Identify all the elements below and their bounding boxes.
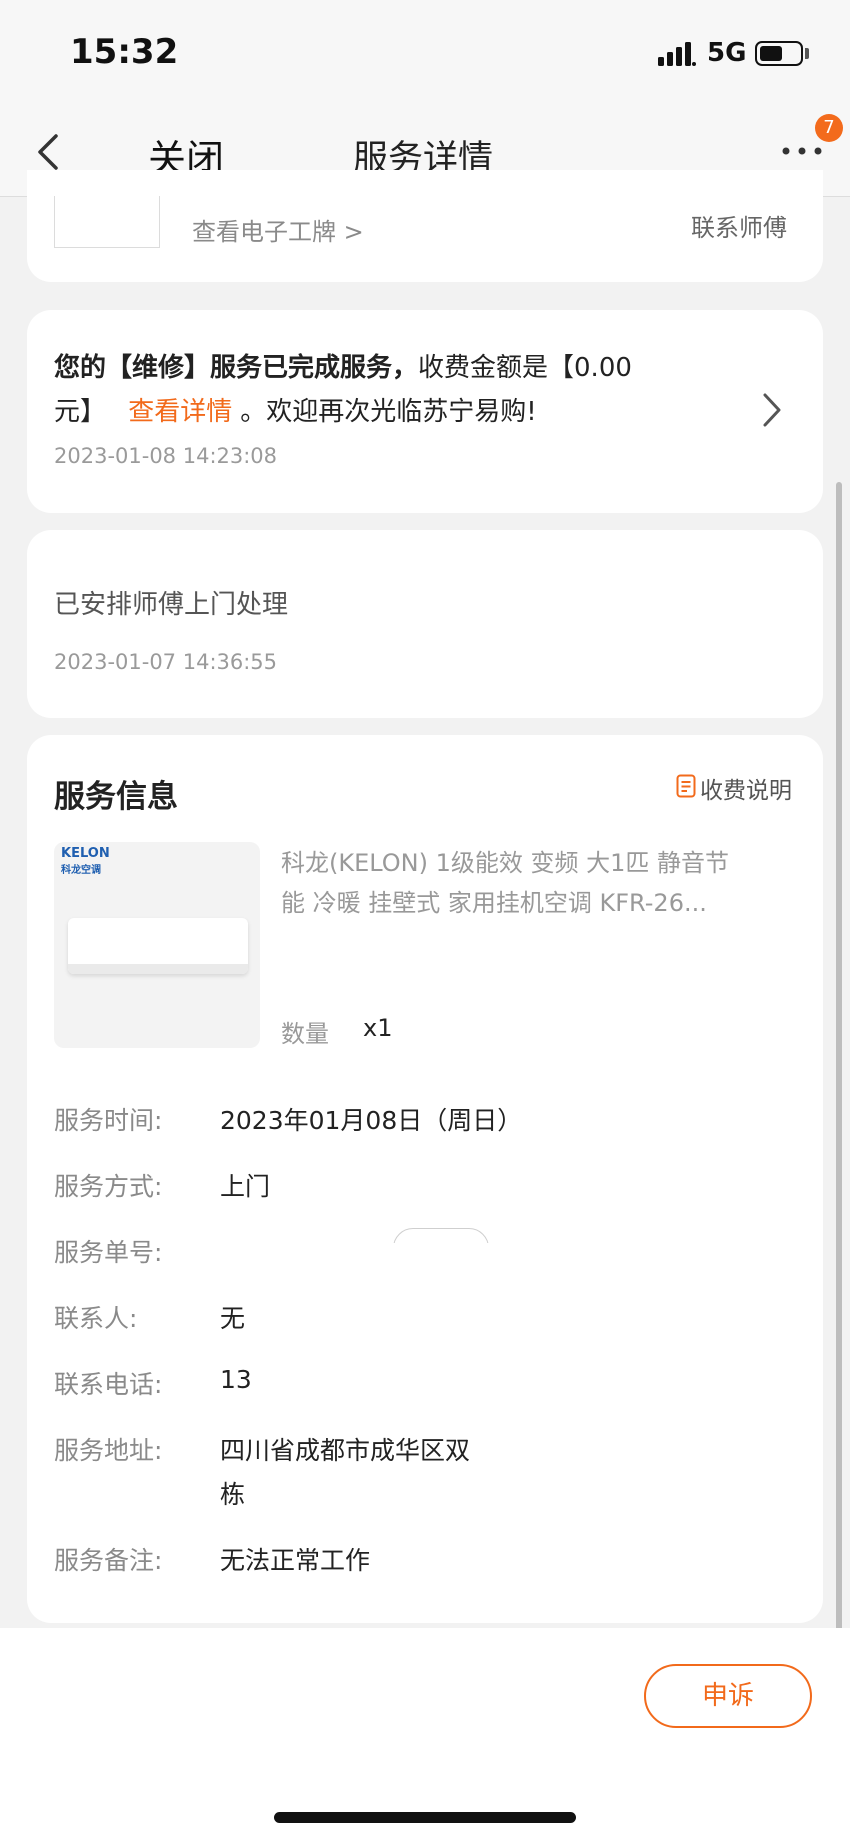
timeline-message: 您的【维修】服务已完成服务，收费金额是【0.00 元】 查看详情 。欢迎再次光临苏… [54, 346, 694, 434]
message-part: 收费金额是【0.00 [418, 353, 632, 383]
notification-badge: 7 [815, 114, 843, 142]
bottom-action-bar: 申诉 [0, 1628, 850, 1839]
remarks-label: 服务备注: [54, 1546, 163, 1575]
chevron-right-icon [763, 393, 781, 427]
address-label: 服务地址: [54, 1436, 163, 1465]
service-method-label: 服务方式: [54, 1172, 163, 1201]
timeline-timestamp: 2023-01-08 14:23:08 [54, 444, 278, 468]
timeline-message: 已安排师傅上门处理 [54, 590, 289, 620]
more-icon[interactable] [780, 144, 824, 158]
message-part: 您的【维修】服务已完成服务， [54, 353, 419, 383]
service-info-card: 服务信息 收费说明 KELON 科龙空调 科龙(KELON) 1级能效 变频 大… [27, 735, 823, 1623]
status-bar: 15:32 5G [0, 0, 850, 108]
view-detail-link[interactable]: 查看详情 [128, 397, 232, 427]
back-icon[interactable] [30, 128, 70, 176]
service-time-label: 服务时间: [54, 1106, 163, 1135]
phone-label: 联系电话: [54, 1370, 163, 1399]
battery-tip [805, 48, 809, 59]
product-name[interactable]: 科龙(KELON) 1级能效 变频 大1匹 静音节 能 冷暖 挂壁式 家用挂机空… [281, 843, 801, 923]
document-icon [676, 774, 696, 798]
appeal-button[interactable]: 申诉 [644, 1664, 812, 1728]
phone-value[interactable]: 13 [220, 1365, 252, 1394]
message-part: 。欢迎再次光临苏宁易购! [240, 397, 537, 427]
brand-logo-cn: 科龙空调 [61, 865, 101, 876]
network-label: 5G [707, 38, 747, 68]
section-title: 服务信息 [54, 779, 178, 815]
signal-icon [658, 42, 696, 66]
redaction-mask [207, 1243, 807, 1283]
order-number-label: 服务单号: [54, 1238, 163, 1267]
quantity-label: 数量 [281, 1020, 329, 1048]
status-time: 15:32 [70, 32, 179, 72]
address-value: 四川省成都市成华区双 [220, 1436, 471, 1465]
timeline-timestamp: 2023-01-07 14:36:55 [54, 650, 278, 674]
technician-card: 查看电子工牌 > 联系师傅 [27, 170, 823, 282]
quantity-value: x1 [363, 1014, 393, 1042]
home-indicator [274, 1812, 576, 1823]
address-value-line2: 栋 [220, 1480, 246, 1509]
contact-technician-link[interactable]: 联系师傅 [691, 208, 787, 243]
product-image[interactable]: KELON 科龙空调 [54, 842, 260, 1048]
technician-photo [54, 196, 160, 248]
remarks-value: 无法正常工作 [220, 1546, 371, 1575]
battery-icon [755, 41, 803, 66]
view-badge-link[interactable]: 查看电子工牌 > [192, 212, 364, 247]
service-time-value: 2023年01月08日（周日） [220, 1106, 523, 1135]
timeline-card: 已安排师傅上门处理 2023-01-07 14:36:55 [27, 530, 823, 718]
contact-label: 联系人: [54, 1304, 138, 1333]
fee-link-label: 收费说明 [700, 778, 792, 804]
scrollbar[interactable] [836, 482, 842, 1735]
message-part: 元】 [54, 397, 107, 427]
product-name-line: 能 冷暖 挂壁式 家用挂机空调 KFR-26... [281, 889, 707, 917]
timeline-card[interactable]: 您的【维修】服务已完成服务，收费金额是【0.00 元】 查看详情 。欢迎再次光临苏… [27, 310, 823, 513]
service-method-value: 上门 [220, 1172, 271, 1201]
product-name-line: 科龙(KELON) 1级能效 变频 大1匹 静音节 [281, 849, 730, 877]
contact-value: 无 [220, 1304, 246, 1333]
air-conditioner-unit [68, 918, 248, 974]
brand-logo: KELON [61, 846, 110, 861]
